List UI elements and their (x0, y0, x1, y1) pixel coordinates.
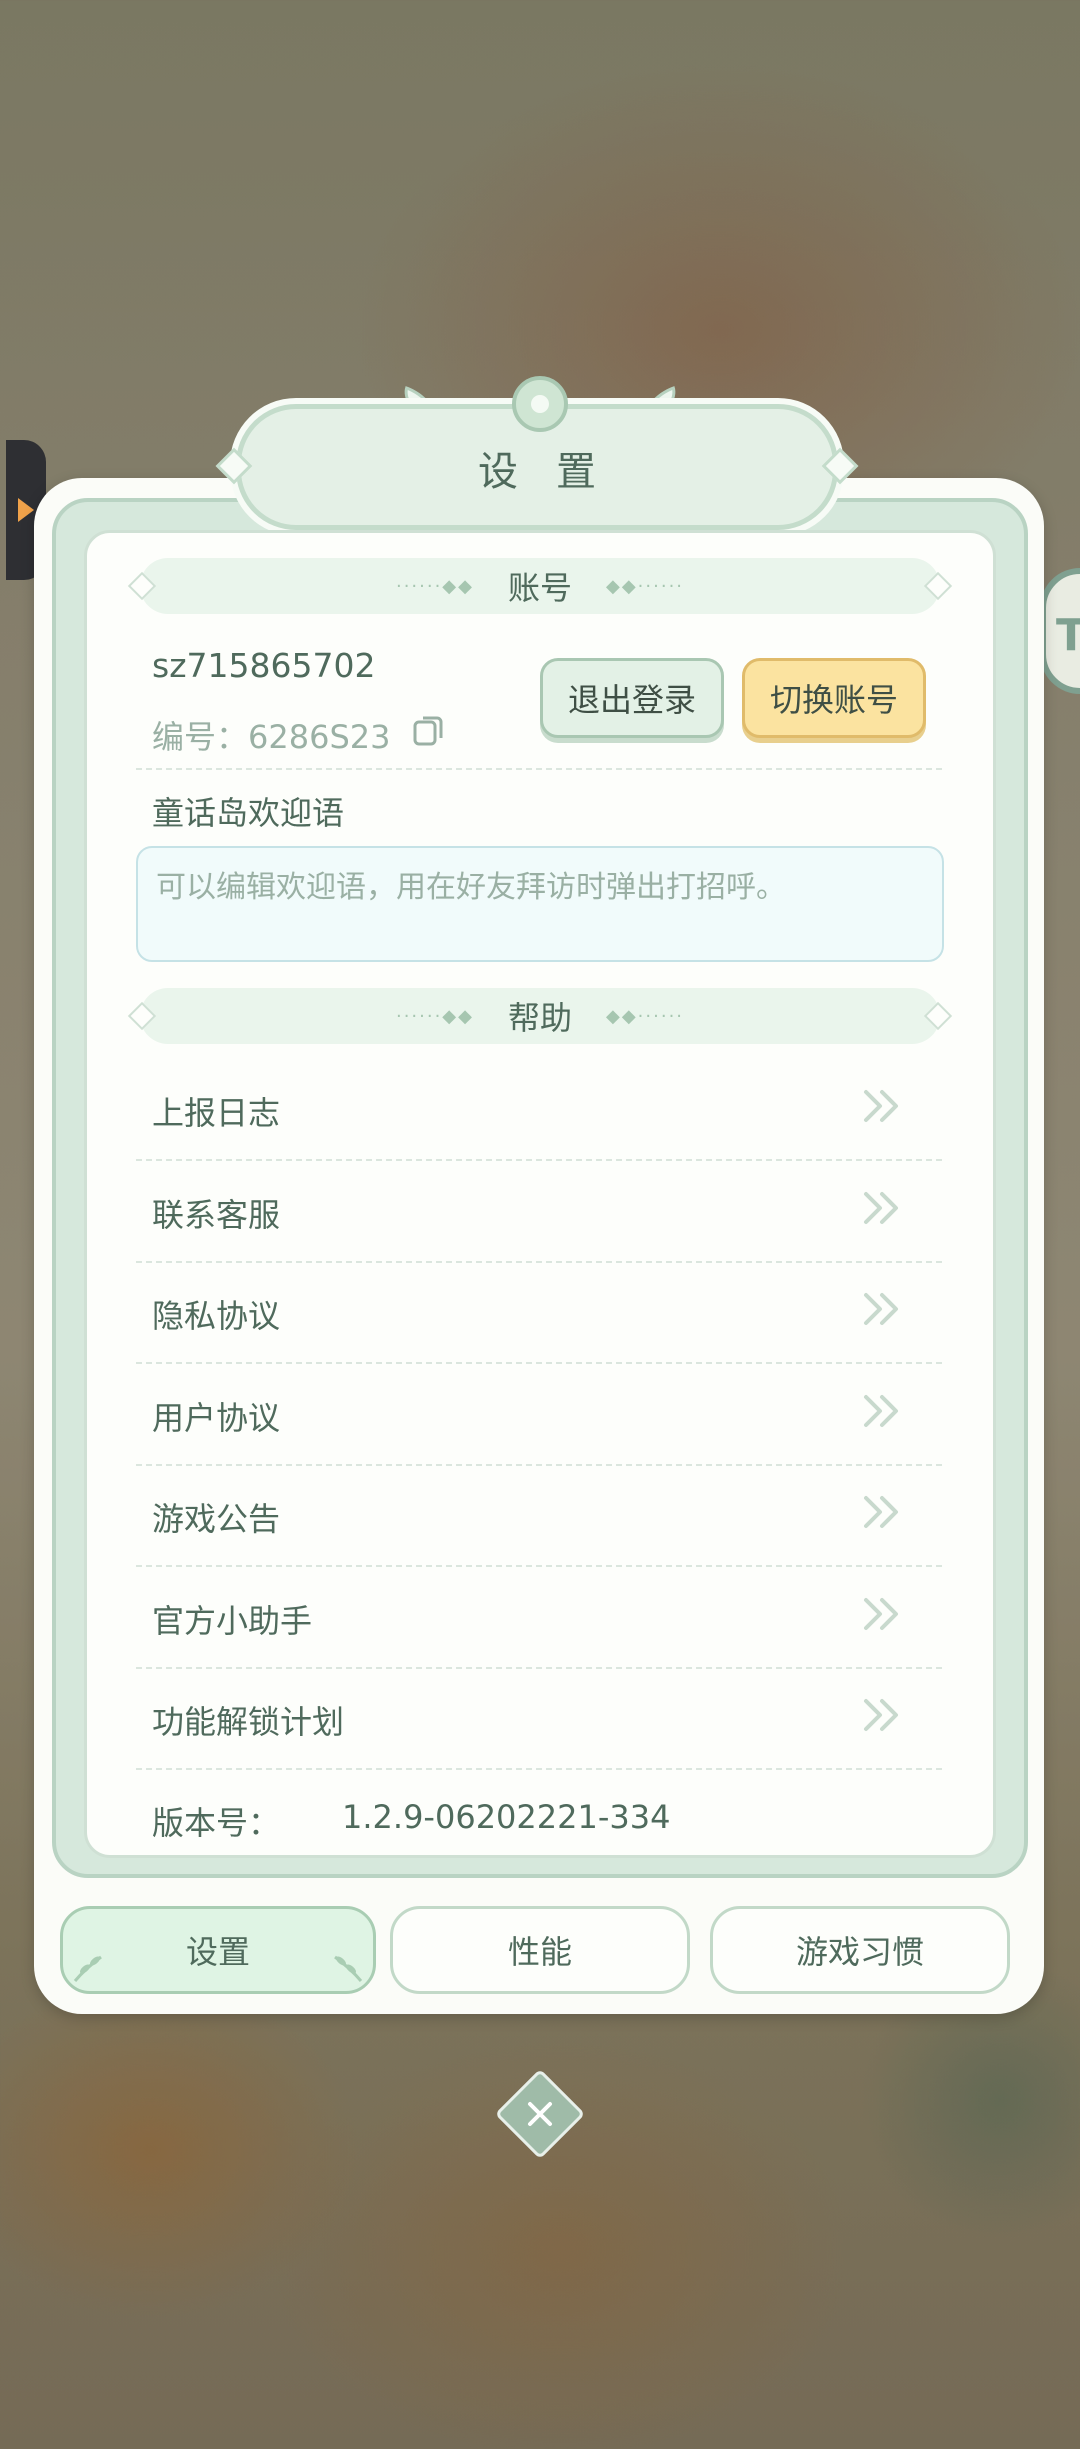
tab-performance[interactable]: 性能 (390, 1906, 690, 1994)
divider (136, 768, 942, 770)
chevron-double-right-icon (864, 1597, 898, 1630)
logout-button[interactable]: 退出登录 (540, 658, 724, 738)
help-item[interactable]: 官方小助手 (136, 1568, 942, 1669)
greeting-input[interactable]: 可以编辑欢迎语，用在好友拜访时弹出打招呼。 (136, 846, 944, 962)
copy-icon[interactable] (412, 712, 448, 748)
page-title: 设置 (478, 449, 634, 495)
tab-settings[interactable]: 设置 (60, 1906, 376, 1994)
help-item-label: 官方小助手 (152, 1601, 313, 1640)
help-item-label: 上报日志 (152, 1094, 281, 1132)
side-badge[interactable]: T (1040, 568, 1080, 694)
help-item[interactable]: 上报日志 (136, 1060, 942, 1161)
help-item[interactable]: 联系客服 (136, 1162, 942, 1263)
help-item-label: 隐私协议 (152, 1297, 281, 1335)
help-item[interactable]: 用户协议 (136, 1365, 942, 1466)
chevron-double-right-icon (864, 1293, 898, 1325)
help-item-label: 联系客服 (152, 1195, 281, 1234)
chevron-double-right-icon (864, 1699, 898, 1731)
version-value: 1.2.9-06202221-334 (342, 1798, 671, 1836)
help-item-label: 功能解锁计划 (152, 1703, 345, 1741)
leaf-icon (73, 1955, 102, 1982)
greeting-label: 童话岛欢迎语 (152, 794, 345, 832)
chevron-double-right-icon (864, 1496, 898, 1528)
version-label: 版本号： (152, 1804, 281, 1842)
chevron-double-right-icon (864, 1090, 898, 1122)
help-item-label: 用户协议 (152, 1398, 281, 1437)
help-item[interactable]: 功能解锁计划 (136, 1669, 942, 1770)
close-icon[interactable] (514, 2088, 566, 2140)
tab-game-habits[interactable]: 游戏习惯 (710, 1906, 1010, 1994)
chevron-double-right-icon (864, 1191, 898, 1224)
help-item[interactable]: 游戏公告 (136, 1466, 942, 1567)
leaf-icon (334, 1955, 363, 1982)
arrow-right-icon (18, 498, 34, 522)
help-item[interactable]: 隐私协议 (136, 1263, 942, 1364)
switch-account-button[interactable]: 切换账号 (742, 658, 926, 738)
section-header-help: ······◆◆ 帮助 ◆◆······ (127, 988, 953, 1044)
account-id: sz715865702 (152, 646, 376, 685)
chevron-double-right-icon (864, 1394, 898, 1427)
flower-icon (512, 376, 568, 432)
section-header-account: ······◆◆ 账号 ◆◆······ (127, 558, 953, 614)
account-number: 编号：6286S23 (152, 718, 391, 756)
help-item-label: 游戏公告 (152, 1500, 281, 1538)
